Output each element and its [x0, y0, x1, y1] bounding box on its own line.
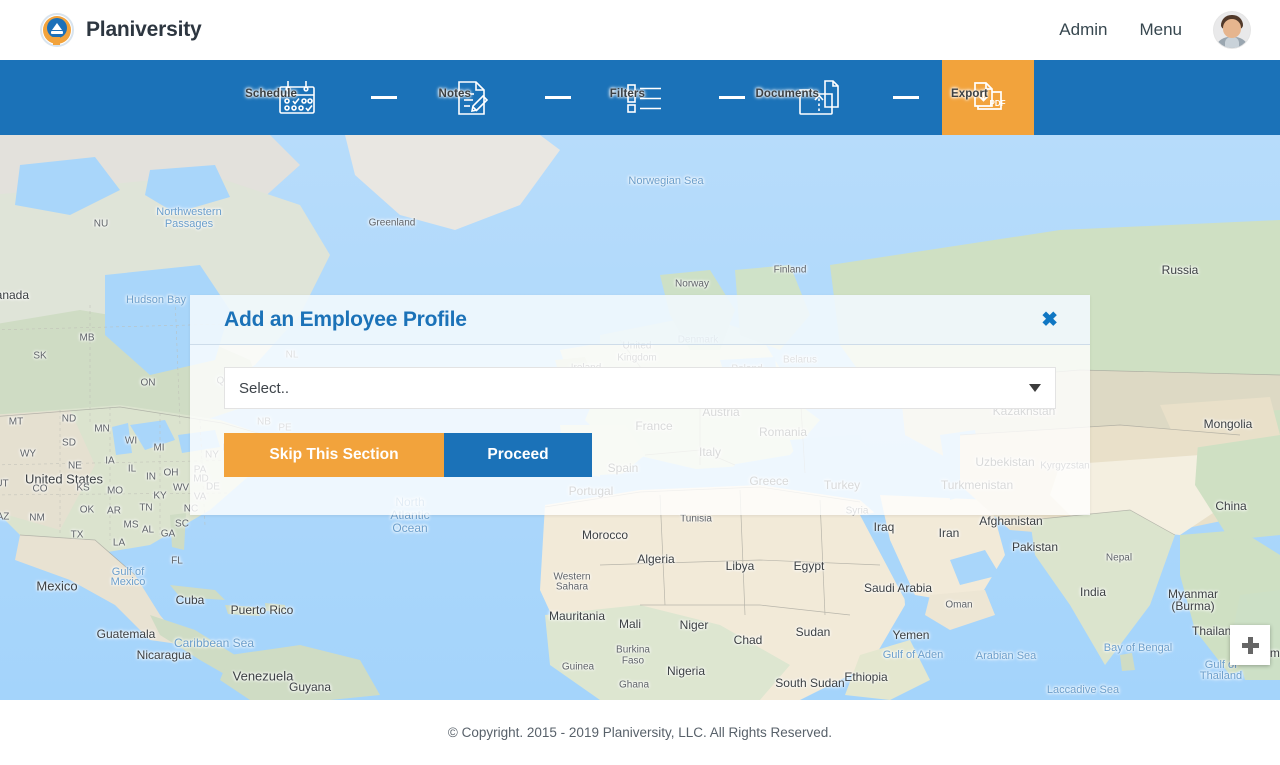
copyright-text: © Copyright. 2015 - 2019 Planiversity, L…	[447, 725, 833, 740]
pdf-download-icon: PDF	[966, 79, 1010, 117]
employee-select-value: Select..	[239, 379, 290, 397]
brand-logo[interactable]: Planiversity	[40, 13, 202, 47]
calendar-check-icon	[274, 79, 320, 117]
step-navigation: Schedule Notes Filters Documents PDF Exp…	[0, 60, 1280, 135]
planiversity-logo-icon	[40, 13, 74, 47]
nav-admin[interactable]: Admin	[1059, 20, 1107, 40]
step-filters[interactable]: Filters	[594, 60, 696, 135]
chevron-down-icon	[1029, 384, 1041, 392]
employee-select[interactable]: Select..	[224, 367, 1056, 409]
add-employee-profile-modal: Add an Employee Profile ✖ Select.. Skip …	[190, 295, 1090, 515]
note-pencil-icon	[451, 79, 491, 117]
world-map[interactable]: Greenland Norwegian Sea Northwestern Passag…	[0, 135, 1280, 700]
folder-upload-icon	[795, 79, 843, 117]
modal-header: Add an Employee Profile ✖	[190, 295, 1090, 345]
proceed-button[interactable]: Proceed	[444, 433, 592, 477]
nav-menu[interactable]: Menu	[1139, 20, 1182, 40]
close-icon[interactable]: ✖	[1041, 310, 1058, 330]
modal-title: Add an Employee Profile	[224, 307, 467, 331]
step-connector-1	[348, 60, 420, 135]
avatar[interactable]	[1214, 12, 1250, 48]
map-zoom-in-button[interactable]	[1230, 625, 1270, 665]
step-notes[interactable]: Notes	[420, 60, 522, 135]
step-export[interactable]: PDF Export	[942, 60, 1034, 135]
app-footer: © Copyright. 2015 - 2019 Planiversity, L…	[0, 700, 1280, 765]
skip-this-section-button[interactable]: Skip This Section	[224, 433, 444, 477]
step-connector-4	[870, 60, 942, 135]
checkbox-list-icon	[623, 79, 667, 117]
step-connector-3	[696, 60, 768, 135]
step-documents[interactable]: Documents	[755, 60, 870, 135]
brand-name: Planiversity	[86, 18, 202, 41]
step-schedule[interactable]: Schedule	[245, 60, 348, 135]
modal-body: Select.. Skip This Section Proceed	[190, 345, 1090, 477]
modal-actions: Skip This Section Proceed	[224, 433, 1056, 477]
step-connector-2	[522, 60, 594, 135]
header-nav: Admin Menu	[1059, 12, 1250, 48]
plus-icon	[1241, 636, 1259, 654]
svg-text:PDF: PDF	[990, 99, 1006, 108]
app-header: Planiversity Admin Menu	[0, 0, 1280, 60]
